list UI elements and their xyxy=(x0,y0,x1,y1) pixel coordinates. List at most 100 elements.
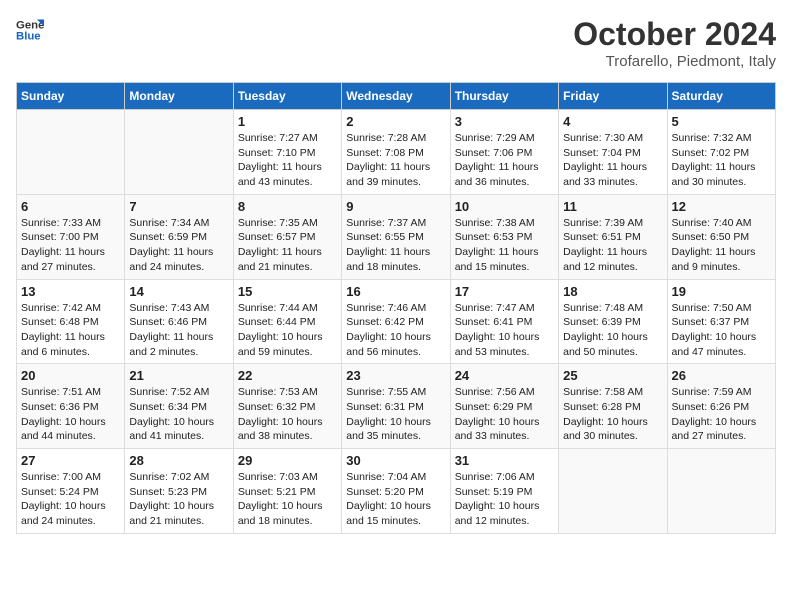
calendar-day-cell: 14 Sunrise: 7:43 AM Sunset: 6:46 PM Dayli… xyxy=(125,279,233,364)
day-number: 31 xyxy=(455,453,554,468)
day-info: Sunrise: 7:53 AM Sunset: 6:32 PM Dayligh… xyxy=(238,385,337,444)
day-number: 18 xyxy=(563,284,662,299)
calendar-day-cell: 5 Sunrise: 7:32 AM Sunset: 7:02 PM Daylig… xyxy=(667,110,775,195)
day-info: Sunrise: 7:40 AM Sunset: 6:50 PM Dayligh… xyxy=(672,216,771,275)
day-info: Sunrise: 7:47 AM Sunset: 6:41 PM Dayligh… xyxy=(455,301,554,360)
day-info: Sunrise: 7:34 AM Sunset: 6:59 PM Dayligh… xyxy=(129,216,228,275)
calendar-day-cell: 29Sunrise: 7:03 AM Sunset: 5:21 PM Dayli… xyxy=(233,449,341,534)
day-number: 21 xyxy=(129,368,228,383)
calendar-day-cell: 16 Sunrise: 7:46 AM Sunset: 6:42 PM Dayli… xyxy=(342,279,450,364)
day-number: 25 xyxy=(563,368,662,383)
calendar-day-cell: 26Sunrise: 7:59 AM Sunset: 6:26 PM Dayli… xyxy=(667,364,775,449)
calendar-day-cell xyxy=(125,110,233,195)
day-number: 6 xyxy=(21,199,120,214)
day-info: Sunrise: 7:03 AM Sunset: 5:21 PM Dayligh… xyxy=(238,470,337,529)
day-info: Sunrise: 7:00 AM Sunset: 5:24 PM Dayligh… xyxy=(21,470,120,529)
calendar-day-cell: 8Sunrise: 7:35 AM Sunset: 6:57 PM Daylig… xyxy=(233,194,341,279)
day-info: Sunrise: 7:35 AM Sunset: 6:57 PM Dayligh… xyxy=(238,216,337,275)
day-info: Sunrise: 7:51 AM Sunset: 6:36 PM Dayligh… xyxy=(21,385,120,444)
svg-text:Blue: Blue xyxy=(16,31,41,43)
logo: General Blue xyxy=(16,16,44,44)
day-number: 4 xyxy=(563,114,662,129)
logo-icon: General Blue xyxy=(16,16,44,44)
calendar-day-cell: 28 Sunrise: 7:02 AM Sunset: 5:23 PM Dayli… xyxy=(125,449,233,534)
calendar-day-cell xyxy=(559,449,667,534)
weekday-header: Monday xyxy=(125,83,233,110)
calendar-body: 1 Sunrise: 7:27 AM Sunset: 7:10 PM Daylig… xyxy=(17,110,776,534)
calendar-header: SundayMondayTuesdayWednesdayThursdayFrid… xyxy=(17,83,776,110)
calendar-day-cell: 27 Sunrise: 7:00 AM Sunset: 5:24 PM Dayli… xyxy=(17,449,125,534)
weekday-header: Tuesday xyxy=(233,83,341,110)
calendar-day-cell: 6Sunrise: 7:33 AM Sunset: 7:00 PM Daylig… xyxy=(17,194,125,279)
calendar-day-cell: 9Sunrise: 7:37 AM Sunset: 6:55 PM Daylig… xyxy=(342,194,450,279)
calendar-week-row: 6Sunrise: 7:33 AM Sunset: 7:00 PM Daylig… xyxy=(17,194,776,279)
day-number: 24 xyxy=(455,368,554,383)
weekday-header: Thursday xyxy=(450,83,558,110)
day-info: Sunrise: 7:44 AM Sunset: 6:44 PM Dayligh… xyxy=(238,301,337,360)
location-subtitle: Trofarello, Piedmont, Italy xyxy=(573,53,776,70)
month-title: October 2024 xyxy=(573,16,776,53)
day-info: Sunrise: 7:39 AM Sunset: 6:51 PM Dayligh… xyxy=(563,216,662,275)
calendar-day-cell: 17 Sunrise: 7:47 AM Sunset: 6:41 PM Dayli… xyxy=(450,279,558,364)
weekday-header: Sunday xyxy=(17,83,125,110)
weekday-row: SundayMondayTuesdayWednesdayThursdayFrid… xyxy=(17,83,776,110)
day-info: Sunrise: 7:43 AM Sunset: 6:46 PM Dayligh… xyxy=(129,301,228,360)
day-info: Sunrise: 7:48 AM Sunset: 6:39 PM Dayligh… xyxy=(563,301,662,360)
day-number: 14 xyxy=(129,284,228,299)
weekday-header: Friday xyxy=(559,83,667,110)
day-info: Sunrise: 7:58 AM Sunset: 6:28 PM Dayligh… xyxy=(563,385,662,444)
calendar-week-row: 27 Sunrise: 7:00 AM Sunset: 5:24 PM Dayli… xyxy=(17,449,776,534)
calendar-day-cell: 10 Sunrise: 7:38 AM Sunset: 6:53 PM Dayli… xyxy=(450,194,558,279)
day-info: Sunrise: 7:52 AM Sunset: 6:34 PM Dayligh… xyxy=(129,385,228,444)
day-number: 1 xyxy=(238,114,337,129)
day-number: 10 xyxy=(455,199,554,214)
day-number: 20 xyxy=(21,368,120,383)
day-number: 7 xyxy=(129,199,228,214)
day-info: Sunrise: 7:29 AM Sunset: 7:06 PM Dayligh… xyxy=(455,131,554,190)
day-info: Sunrise: 7:30 AM Sunset: 7:04 PM Dayligh… xyxy=(563,131,662,190)
day-number: 19 xyxy=(672,284,771,299)
calendar-day-cell: 30Sunrise: 7:04 AM Sunset: 5:20 PM Dayli… xyxy=(342,449,450,534)
day-info: Sunrise: 7:42 AM Sunset: 6:48 PM Dayligh… xyxy=(21,301,120,360)
day-info: Sunrise: 7:56 AM Sunset: 6:29 PM Dayligh… xyxy=(455,385,554,444)
weekday-header: Wednesday xyxy=(342,83,450,110)
calendar-day-cell: 19Sunrise: 7:50 AM Sunset: 6:37 PM Dayli… xyxy=(667,279,775,364)
day-info: Sunrise: 7:27 AM Sunset: 7:10 PM Dayligh… xyxy=(238,131,337,190)
calendar-day-cell: 3 Sunrise: 7:29 AM Sunset: 7:06 PM Daylig… xyxy=(450,110,558,195)
day-info: Sunrise: 7:02 AM Sunset: 5:23 PM Dayligh… xyxy=(129,470,228,529)
day-number: 13 xyxy=(21,284,120,299)
weekday-header: Saturday xyxy=(667,83,775,110)
calendar-day-cell xyxy=(17,110,125,195)
day-info: Sunrise: 7:46 AM Sunset: 6:42 PM Dayligh… xyxy=(346,301,445,360)
calendar-day-cell: 7 Sunrise: 7:34 AM Sunset: 6:59 PM Daylig… xyxy=(125,194,233,279)
calendar-week-row: 13 Sunrise: 7:42 AM Sunset: 6:48 PM Dayli… xyxy=(17,279,776,364)
calendar-day-cell: 20 Sunrise: 7:51 AM Sunset: 6:36 PM Dayli… xyxy=(17,364,125,449)
calendar-day-cell: 4 Sunrise: 7:30 AM Sunset: 7:04 PM Daylig… xyxy=(559,110,667,195)
calendar-day-cell: 25 Sunrise: 7:58 AM Sunset: 6:28 PM Dayli… xyxy=(559,364,667,449)
day-number: 12 xyxy=(672,199,771,214)
day-number: 11 xyxy=(563,199,662,214)
calendar-week-row: 20 Sunrise: 7:51 AM Sunset: 6:36 PM Dayli… xyxy=(17,364,776,449)
calendar-day-cell: 22Sunrise: 7:53 AM Sunset: 6:32 PM Dayli… xyxy=(233,364,341,449)
day-number: 17 xyxy=(455,284,554,299)
day-info: Sunrise: 7:37 AM Sunset: 6:55 PM Dayligh… xyxy=(346,216,445,275)
calendar-day-cell: 2 Sunrise: 7:28 AM Sunset: 7:08 PM Daylig… xyxy=(342,110,450,195)
day-number: 16 xyxy=(346,284,445,299)
day-info: Sunrise: 7:59 AM Sunset: 6:26 PM Dayligh… xyxy=(672,385,771,444)
day-number: 5 xyxy=(672,114,771,129)
day-number: 28 xyxy=(129,453,228,468)
day-number: 27 xyxy=(21,453,120,468)
page-header: General Blue October 2024 Trofarello, Pi… xyxy=(16,16,776,70)
day-info: Sunrise: 7:38 AM Sunset: 6:53 PM Dayligh… xyxy=(455,216,554,275)
day-number: 23 xyxy=(346,368,445,383)
calendar-day-cell: 31 Sunrise: 7:06 AM Sunset: 5:19 PM Dayli… xyxy=(450,449,558,534)
day-info: Sunrise: 7:32 AM Sunset: 7:02 PM Dayligh… xyxy=(672,131,771,190)
day-number: 30 xyxy=(346,453,445,468)
calendar-day-cell: 23 Sunrise: 7:55 AM Sunset: 6:31 PM Dayli… xyxy=(342,364,450,449)
day-info: Sunrise: 7:06 AM Sunset: 5:19 PM Dayligh… xyxy=(455,470,554,529)
day-info: Sunrise: 7:28 AM Sunset: 7:08 PM Dayligh… xyxy=(346,131,445,190)
day-number: 2 xyxy=(346,114,445,129)
day-number: 3 xyxy=(455,114,554,129)
title-block: October 2024 Trofarello, Piedmont, Italy xyxy=(573,16,776,70)
day-info: Sunrise: 7:55 AM Sunset: 6:31 PM Dayligh… xyxy=(346,385,445,444)
